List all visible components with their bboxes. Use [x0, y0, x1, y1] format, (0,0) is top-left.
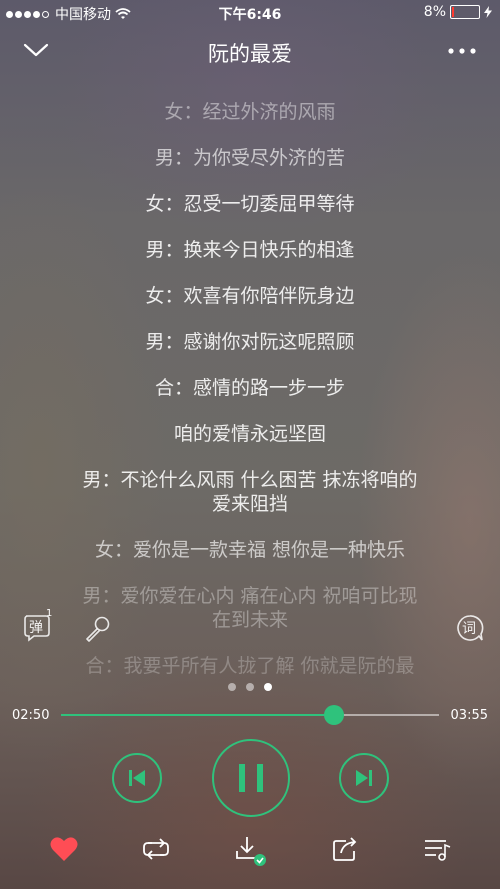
danmu-button[interactable]: 弹 1	[22, 608, 52, 646]
song-title: 阮的最爱	[208, 42, 292, 66]
lyric-line: 女：欢喜有你陪伴阮身边	[145, 285, 355, 307]
next-button[interactable]	[339, 753, 389, 803]
battery-percent: 8%	[423, 4, 446, 20]
skip-previous-icon	[129, 770, 145, 786]
skip-next-icon	[356, 770, 372, 786]
total-time: 03:55	[450, 708, 488, 723]
lyric-toggle-label: 词	[462, 621, 476, 637]
lyric-line: 女：爱你是一款幸福 想你是一种快乐	[94, 539, 406, 561]
lyric-line: 女：忍受一切委屈甲等待	[145, 193, 355, 215]
previous-button[interactable]	[112, 753, 162, 803]
battery-group: 8%	[424, 4, 492, 20]
lyric-line: 男：感谢你对阮这呢照顾	[145, 331, 355, 353]
lyric-toggle-button[interactable]: 词	[455, 613, 485, 647]
danmu-count: 1	[46, 608, 53, 619]
page-dot[interactable]	[228, 683, 236, 691]
progress-thumb[interactable]	[324, 705, 345, 725]
elapsed-time: 02:50	[12, 708, 50, 723]
pause-button[interactable]	[212, 739, 290, 817]
page-dot[interactable]	[246, 683, 254, 691]
status-bar: 中国移动 下午6:46 8%	[0, 0, 500, 26]
charging-icon	[484, 6, 492, 18]
progress-section: 02:50 03:55	[0, 703, 500, 727]
heart-icon[interactable]	[49, 834, 79, 864]
more-dots-icon[interactable]	[448, 48, 476, 54]
page-indicator[interactable]	[0, 676, 500, 695]
lyric-line: 男：不论什么风雨 什么困苦 抹冻将咱的爱来阻挡	[82, 469, 418, 515]
lyric-line: 女：经过外济的风雨	[164, 101, 336, 123]
lyric-line: 咱的爱情永远坚固	[173, 423, 326, 445]
battery-level-fill	[452, 7, 454, 17]
danmu-label: 弹	[29, 620, 43, 636]
battery-icon	[450, 5, 480, 19]
player-header: 阮的最爱	[0, 30, 500, 76]
microphone-icon[interactable]	[82, 614, 112, 644]
lyric-line: 男：为你受尽外济的苦	[154, 147, 345, 169]
pause-icon	[239, 764, 263, 792]
page-dot[interactable]	[264, 683, 272, 691]
lyric-line: 合：我要乎所有人拢了解 你就是阮的最	[85, 655, 415, 677]
progress-track[interactable]	[61, 705, 439, 725]
share-icon[interactable]	[330, 834, 360, 864]
progress-played	[61, 714, 335, 716]
download-icon[interactable]	[234, 834, 268, 868]
lyric-line: 男：换来今日快乐的相逢	[145, 239, 355, 261]
repeat-icon[interactable]	[140, 834, 172, 864]
lyrics-panel[interactable]: 女：经过外济的风雨 男：为你受尽外济的苦 女：忍受一切委屈甲等待 男：换来今日快…	[50, 100, 450, 700]
lyric-line: 合：感情的路一步一步	[154, 377, 345, 399]
playlist-icon[interactable]	[422, 834, 454, 864]
bottom-toolbar	[0, 834, 500, 874]
